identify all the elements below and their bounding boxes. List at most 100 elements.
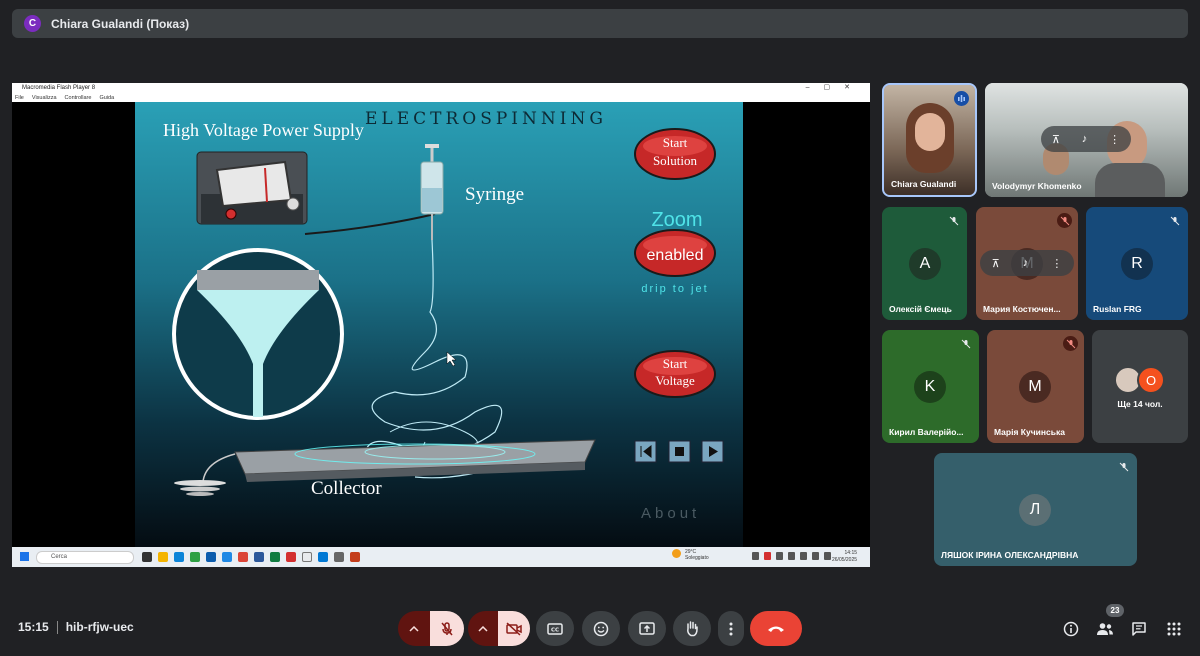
participant-name: Кирил Валерійо... xyxy=(889,427,964,437)
meeting-details-button[interactable] xyxy=(1061,619,1081,639)
activities-button[interactable] xyxy=(1164,619,1184,639)
volume-icon[interactable] xyxy=(812,552,819,560)
tile-hover-controls[interactable]: ⊼ ♪ ⋮ xyxy=(980,250,1074,276)
taskbar-weather[interactable]: 29°C Soleggiato xyxy=(672,549,709,561)
pin-icon[interactable]: ⊼ xyxy=(992,257,1000,270)
participant-tile-liashok[interactable]: Л ЛЯШОК ІРИНА ОЛЕКСАНДРІВНА xyxy=(934,453,1137,566)
rewind-button[interactable] xyxy=(634,440,657,463)
face-shape xyxy=(915,113,945,151)
camera-toggle-button[interactable] xyxy=(498,611,530,646)
chrome-icon[interactable] xyxy=(238,552,248,562)
app-icon[interactable] xyxy=(222,552,232,562)
taskbar-search[interactable]: Cerca xyxy=(36,550,134,564)
leave-call-button[interactable] xyxy=(750,611,802,646)
tray-icon[interactable] xyxy=(776,552,783,560)
participant-name: Volodymyr Khomenko xyxy=(992,181,1082,191)
battery-icon[interactable] xyxy=(824,552,831,560)
drip-to-jet-label[interactable]: drip to jet xyxy=(641,283,708,295)
app-icon[interactable] xyxy=(302,552,312,562)
more-options-button[interactable] xyxy=(718,611,744,646)
shared-screen: Macromedia Flash Player 8 –▢✕ File Visua… xyxy=(12,83,870,567)
meeting-code[interactable]: hib-rfjw-uec xyxy=(66,620,134,634)
mic-toggle-button[interactable] xyxy=(430,611,464,646)
windows-start-icon[interactable] xyxy=(20,552,29,561)
svg-text:CC: CC xyxy=(551,627,559,633)
participant-name: Олексій Ємець xyxy=(889,304,952,314)
power-supply-label: High Voltage Power Supply xyxy=(163,120,364,140)
start-voltage-button[interactable]: Start Voltage xyxy=(634,350,716,398)
system-tray[interactable] xyxy=(752,552,831,560)
speaking-indicator-icon xyxy=(954,91,969,106)
more-vert-icon[interactable]: ⋮ xyxy=(1109,133,1120,146)
app-icon[interactable] xyxy=(318,552,328,562)
participant-tile-chiara[interactable]: Chiara Gualandi xyxy=(882,83,977,197)
presenter-bar[interactable]: C Chiara Gualandi (Показ) xyxy=(12,9,1188,38)
mic-off-icon xyxy=(1167,213,1182,228)
outlook-icon[interactable] xyxy=(206,552,216,562)
excel-icon[interactable] xyxy=(270,552,280,562)
app-icon[interactable] xyxy=(334,552,344,562)
mic-options-button[interactable] xyxy=(398,611,430,646)
mute-icon[interactable]: ♪ xyxy=(1023,257,1029,269)
participant-tile-volodymyr[interactable]: ⊼ ♪ ⋮ Volodymyr Khomenko xyxy=(985,83,1188,197)
about-link[interactable]: About xyxy=(641,505,700,522)
present-screen-button[interactable] xyxy=(628,611,666,646)
start-solution-button[interactable]: Start Solution xyxy=(634,128,716,180)
tile-hover-controls[interactable]: ⊼ ♪ ⋮ xyxy=(1041,126,1131,152)
people-button[interactable] xyxy=(1095,619,1115,639)
task-view-icon[interactable] xyxy=(142,552,152,562)
participant-tile-others[interactable]: O Ще 14 чол. xyxy=(1092,330,1188,443)
others-count: Ще 14 чол. xyxy=(1117,399,1163,409)
acrobat-icon[interactable] xyxy=(286,552,296,562)
tray-icon[interactable] xyxy=(764,552,771,560)
file-explorer-icon[interactable] xyxy=(158,552,168,562)
captions-button[interactable]: CC xyxy=(536,611,574,646)
taskbar-search-text: Cerca xyxy=(51,554,68,560)
face-shape xyxy=(1095,163,1165,197)
window-controls[interactable]: –▢✕ xyxy=(806,83,864,91)
mouse-cursor-icon xyxy=(446,351,457,367)
participant-avatar: K xyxy=(914,371,946,403)
menu-file[interactable]: File xyxy=(15,95,24,101)
menu-guida[interactable]: Guida xyxy=(99,95,114,101)
tray-icon[interactable] xyxy=(788,552,795,560)
participant-tile-oleksii[interactable]: A Олексій Ємець xyxy=(882,207,967,320)
taskbar-clock[interactable]: 14:15 26/05/2025 xyxy=(832,550,857,564)
word-icon[interactable] xyxy=(254,552,264,562)
zoom-enabled-text: enabled xyxy=(647,247,704,264)
chevron-up-icon xyxy=(409,625,419,632)
tray-icon[interactable] xyxy=(752,552,759,560)
raise-hand-button[interactable] xyxy=(673,611,711,646)
more-vert-icon[interactable]: ⋮ xyxy=(1051,257,1062,270)
edge-icon[interactable] xyxy=(174,552,184,562)
more-vert-icon xyxy=(729,622,733,635)
divider xyxy=(56,620,58,634)
zoom-enabled-button[interactable]: enabled xyxy=(634,229,716,277)
app-icon[interactable] xyxy=(190,552,200,562)
apps-icon xyxy=(1167,622,1181,636)
mute-icon[interactable]: ♪ xyxy=(1082,133,1088,145)
chat-icon xyxy=(1132,622,1146,636)
participant-avatar: M xyxy=(1019,371,1051,403)
participant-tile-mariya-k[interactable]: M ⊼ ♪ ⋮ Мария Костючен... xyxy=(976,207,1078,320)
emoji-reaction-button[interactable] xyxy=(582,611,620,646)
svg-text:Start: Start xyxy=(663,135,688,150)
menu-visualizza[interactable]: Visualizza xyxy=(32,95,57,101)
participant-tile-mariya-ku[interactable]: M Марія Кучинська xyxy=(987,330,1084,443)
pin-icon[interactable]: ⊼ xyxy=(1052,133,1060,146)
taskbar-time: 14:15 xyxy=(844,550,858,556)
taskbar-apps[interactable] xyxy=(142,552,360,562)
powerpoint-icon[interactable] xyxy=(350,552,360,562)
camera-options-button[interactable] xyxy=(468,611,498,646)
menu-controllare[interactable]: Controllare xyxy=(65,95,92,101)
window-title: Macromedia Flash Player 8 xyxy=(22,85,96,91)
participant-tile-ruslan[interactable]: R Ruslan FRG xyxy=(1086,207,1188,320)
chat-button[interactable] xyxy=(1129,619,1149,639)
participant-name: Марія Кучинська xyxy=(994,427,1065,437)
stop-button[interactable] xyxy=(668,440,691,463)
call-end-icon xyxy=(768,626,784,632)
play-button[interactable] xyxy=(701,440,724,463)
participant-tile-kyryl[interactable]: K Кирил Валерійо... xyxy=(882,330,979,443)
wifi-icon[interactable] xyxy=(800,552,807,560)
others-avatar-letter: O xyxy=(1137,366,1165,394)
